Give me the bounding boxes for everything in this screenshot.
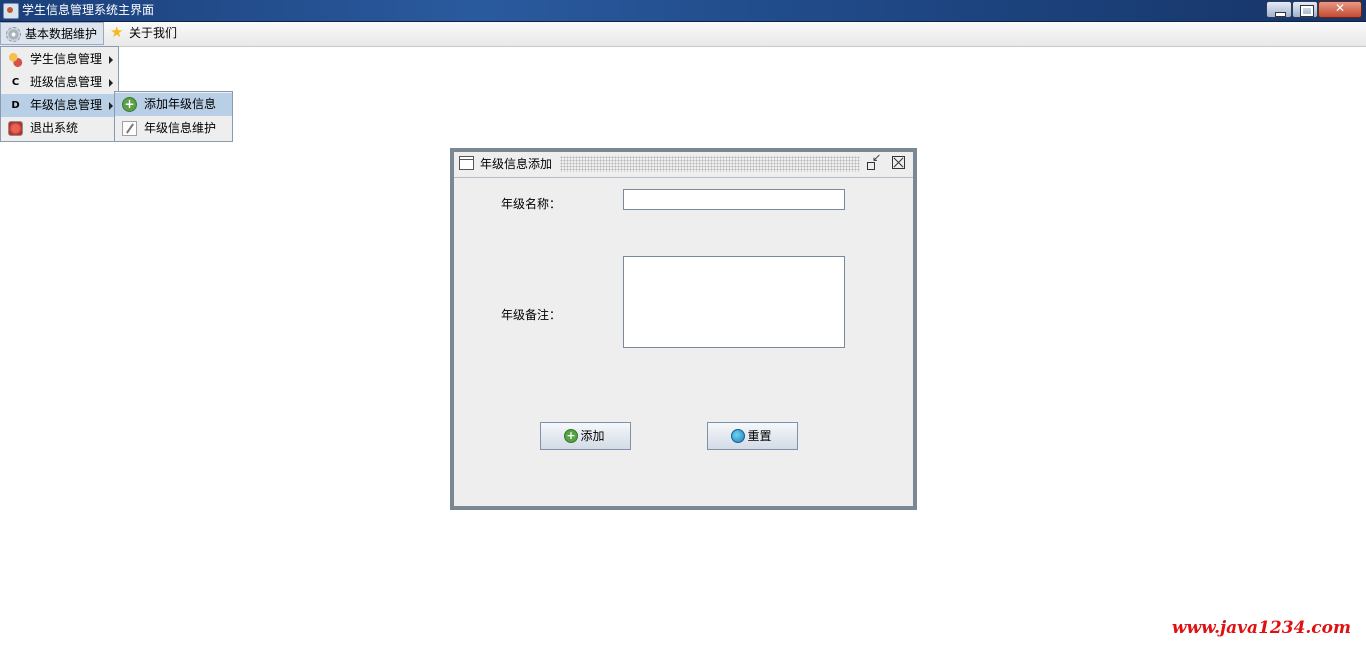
add-button-label: 添加 [580,429,605,443]
window-title-bar[interactable]: 学生信息管理系统主界面 [0,0,1366,22]
dialog-title-bar[interactable]: 年级信息添加 [454,151,913,178]
menu-student-management-label: 学生信息管理 [30,52,103,66]
letter-c-icon: C [11,77,20,88]
menu-class-management-label: 班级信息管理 [30,75,103,89]
menu-add-grade-label: 添加年级信息 [144,97,217,111]
submenu-arrow-icon [109,102,113,110]
add-icon: + [564,429,578,443]
menu-basic-data[interactable]: 基本数据维护 [0,22,104,45]
close-button[interactable] [1318,1,1362,18]
restore-icon[interactable] [865,151,881,171]
submenu-arrow-icon [109,79,113,87]
submenu-arrow-icon [109,56,113,64]
watermark: www.java1234.com [1171,618,1351,638]
menu-add-grade[interactable]: + 添加年级信息 [115,93,232,116]
menu-student-management[interactable]: 学生信息管理 [1,48,118,71]
menu-exit-system[interactable]: 退出系统 [1,117,118,140]
title-drag-area[interactable] [560,156,860,172]
gear-icon [6,27,21,42]
window-icon [459,156,474,170]
menu-grade-management-label: 年级信息管理 [30,98,103,112]
menu-grade-management[interactable]: D 年级信息管理 [1,94,118,117]
grade-remark-label: 年级备注： [501,308,562,322]
menu-exit-system-label: 退出系统 [30,121,79,135]
grade-add-dialog: 年级信息添加 年级名称： 年级备注： + 添加 重置 [450,148,917,510]
window-controls [1266,1,1362,18]
menu-class-management[interactable]: C 班级信息管理 [1,71,118,94]
star-icon: ★ [110,23,124,41]
close-icon[interactable] [892,156,905,169]
reset-button[interactable]: 重置 [707,422,798,450]
grade-name-label: 年级名称： [501,197,562,211]
window-title: 学生信息管理系统主界面 [22,3,155,17]
grade-name-input[interactable] [623,189,845,210]
menu-about-us-label: 关于我们 [129,26,178,40]
edit-icon [122,121,137,136]
menu-grade-maintenance[interactable]: 年级信息维护 [115,117,232,140]
reset-icon [731,429,745,443]
grade-submenu: + 添加年级信息 年级信息维护 [114,91,233,142]
reset-button-label: 重置 [747,429,772,443]
minimize-button[interactable] [1266,1,1292,18]
add-button[interactable]: + 添加 [540,422,631,450]
exit-icon [8,121,23,136]
dialog-title: 年级信息添加 [480,157,553,171]
menu-about-us[interactable]: ★ 关于我们 [105,22,215,45]
menu-grade-maintenance-label: 年级信息维护 [144,121,217,135]
java-app-icon [3,3,19,19]
basic-data-dropdown: 学生信息管理 C 班级信息管理 D 年级信息管理 退出系统 [0,46,119,142]
grade-remark-textarea[interactable] [623,256,845,348]
menu-basic-data-label: 基本数据维护 [25,27,98,41]
students-icon [8,52,23,67]
add-icon: + [122,97,137,112]
maximize-button[interactable] [1292,1,1318,18]
letter-d-icon: D [11,100,20,111]
menu-bar: 基本数据维护 ★ 关于我们 [0,22,1366,47]
